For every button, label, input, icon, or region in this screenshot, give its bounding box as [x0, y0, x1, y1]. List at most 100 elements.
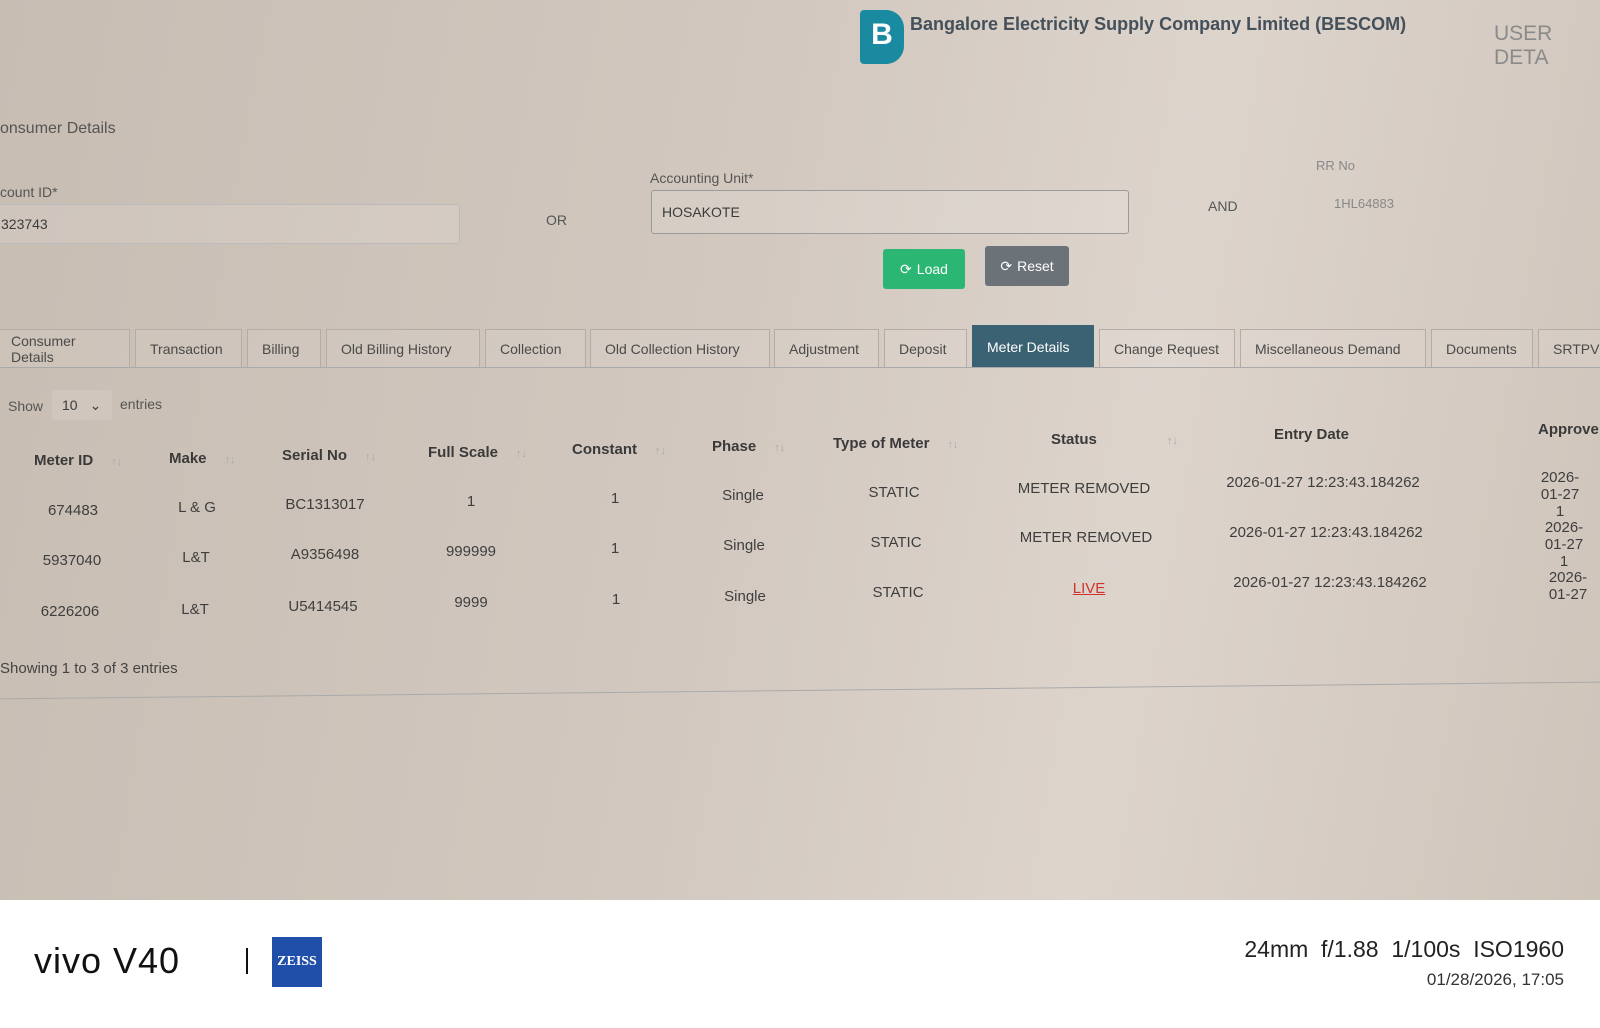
rr-no-input[interactable]: 1HL64883: [1334, 196, 1394, 211]
cell-serial-no: BC1313017: [285, 496, 365, 513]
tab-miscellaneous-demand[interactable]: Miscellaneous Demand: [1240, 329, 1426, 367]
tab-documents[interactable]: Documents: [1431, 329, 1533, 367]
cell-constant: 1: [611, 591, 621, 608]
sort-icon: ↑↓: [655, 445, 666, 457]
sort-icon: ↑↓: [365, 451, 377, 463]
header-entry-date[interactable]: Entry Date: [1274, 426, 1349, 443]
tab-meter-details[interactable]: Meter Details: [972, 325, 1094, 367]
sort-icon: ↑↓: [1166, 435, 1178, 447]
header-make[interactable]: Make ↑↓: [169, 450, 236, 467]
load-label: Load: [916, 261, 948, 277]
cell-constant: 1: [610, 540, 620, 557]
cell-type: STATIC: [870, 534, 922, 551]
header-meter-id[interactable]: Meter ID ↑↓: [34, 452, 122, 469]
load-button[interactable]: ⟳ Load: [883, 249, 965, 289]
cell-meter-id: 6226206: [40, 603, 100, 620]
header-phase[interactable]: Phase ↑↓: [712, 438, 785, 455]
header-label: Type of Meter: [833, 435, 930, 452]
reset-label: Reset: [1017, 258, 1054, 274]
tab-srtpv[interactable]: SRTPV: [1538, 329, 1600, 367]
and-label: AND: [1208, 198, 1238, 214]
cell-make: L&T: [182, 549, 210, 566]
cell-full-scale: 999999: [445, 543, 497, 560]
tab-old-collection-history[interactable]: Old Collection History: [590, 329, 770, 367]
chevron-down-icon: ⌄: [89, 396, 102, 413]
header-label: Make: [169, 450, 207, 467]
header-serial-no[interactable]: Serial No ↑↓: [282, 447, 376, 464]
header-label: Meter ID: [34, 452, 94, 469]
refresh-icon: ⟳: [900, 260, 912, 277]
user-details-link[interactable]: USER DETA: [1494, 22, 1600, 70]
header-constant[interactable]: Constant ↑↓: [572, 441, 666, 458]
company-title: Bangalore Electricity Supply Company Lim…: [910, 14, 1407, 34]
header-label: Full Scale: [428, 444, 499, 461]
cell-serial-no: U5414545: [288, 598, 358, 615]
photo-datetime: 01/28/2026, 17:05: [1426, 970, 1564, 989]
tab-old-billing-history[interactable]: Old Billing History: [326, 329, 480, 367]
tab-change-request[interactable]: Change Request: [1099, 329, 1235, 367]
screen: B Bangalore Electricity Supply Company L…: [0, 0, 1600, 900]
cell-phase: Single: [724, 588, 766, 605]
section-title: onsumer Details: [0, 120, 116, 137]
header-approved[interactable]: Approve: [1538, 421, 1599, 438]
divider: [0, 681, 1600, 700]
account-id-label: count ID*: [0, 184, 58, 200]
header-full-scale[interactable]: Full Scale ↑↓: [428, 444, 527, 461]
show-label: Show: [8, 398, 44, 414]
rr-no-label: RR No: [1316, 158, 1356, 173]
accounting-unit-select[interactable]: HOSAKOTE: [651, 190, 1129, 234]
cell-type: STATIC: [868, 484, 920, 501]
cell-entry-date: 2026-01-27 12:23:43.184262: [1229, 524, 1423, 541]
sort-icon: ↑↓: [516, 448, 528, 460]
header-label: Status: [1051, 431, 1097, 448]
cell-status: METER REMOVED: [1019, 529, 1153, 546]
or-label: OR: [546, 212, 567, 228]
cell-approved: 2026-01-27 1: [1544, 519, 1584, 570]
table-info: Showing 1 to 3 of 3 entries: [0, 660, 178, 677]
entries-select[interactable]: 10 ⌄: [52, 390, 112, 420]
tab-collection[interactable]: Collection: [485, 329, 586, 367]
cell-phase: Single: [723, 537, 765, 554]
header-status[interactable]: Status ↑↓: [1051, 431, 1178, 448]
cell-entry-date: 2026-01-27 12:23:43.184262: [1226, 474, 1420, 491]
accounting-unit-value: HOSAKOTE: [662, 204, 740, 220]
reset-button[interactable]: ⟳ Reset: [985, 246, 1069, 286]
phone-brand: vivo V40: [34, 940, 181, 981]
zeiss-logo: ZEISS: [272, 937, 322, 987]
accounting-unit-label: Accounting Unit*: [650, 170, 754, 186]
refresh-icon: ⟳: [1000, 257, 1013, 274]
cell-approved: 2026-01-27 1: [1540, 469, 1580, 520]
account-id-value: 323743: [1, 216, 48, 232]
cell-entry-date: 2026-01-27 12:23:43.184262: [1233, 574, 1427, 591]
cell-status-live-link[interactable]: LIVE: [1073, 580, 1106, 597]
cell-full-scale: 9999: [454, 594, 488, 611]
entries-label: entries: [120, 396, 163, 412]
header-label: Serial No: [282, 447, 348, 464]
header-label: Phase: [712, 438, 757, 455]
camera-watermark: vivo V40 ZEISS 24mm f/1.88 1/100s ISO196…: [0, 900, 1600, 1028]
tab-adjustment[interactable]: Adjustment: [774, 329, 879, 367]
camera-specs: 24mm f/1.88 1/100s ISO1960: [1244, 936, 1564, 962]
sort-icon: ↑↓: [111, 456, 123, 468]
sort-icon: ↑↓: [774, 442, 786, 454]
header-label: Constant: [572, 441, 637, 458]
cell-full-scale: 1: [466, 493, 476, 510]
cell-status: METER REMOVED: [1017, 480, 1151, 497]
cell-phase: Single: [722, 487, 764, 504]
sort-icon: ↑↓: [224, 454, 236, 466]
tab-deposit[interactable]: Deposit: [884, 329, 967, 367]
header-type-of-meter[interactable]: Type of Meter ↑↓: [833, 435, 958, 452]
account-id-input[interactable]: 323743: [0, 204, 460, 244]
cell-type: STATIC: [872, 584, 924, 601]
tab-transaction[interactable]: Transaction: [135, 329, 242, 367]
cell-make: L&T: [181, 601, 209, 618]
bescom-logo: B: [860, 10, 904, 64]
cell-constant: 1: [610, 490, 620, 507]
cell-meter-id: 674483: [47, 502, 99, 519]
tab-bar: Consumer Details Transaction Billing Old…: [0, 306, 1600, 368]
sort-icon: ↑↓: [947, 439, 959, 451]
cell-meter-id: 5937040: [42, 552, 102, 569]
tab-billing[interactable]: Billing: [247, 329, 321, 367]
tab-consumer-details[interactable]: Consumer Details: [0, 329, 130, 367]
cell-serial-no: A9356498: [290, 546, 360, 563]
